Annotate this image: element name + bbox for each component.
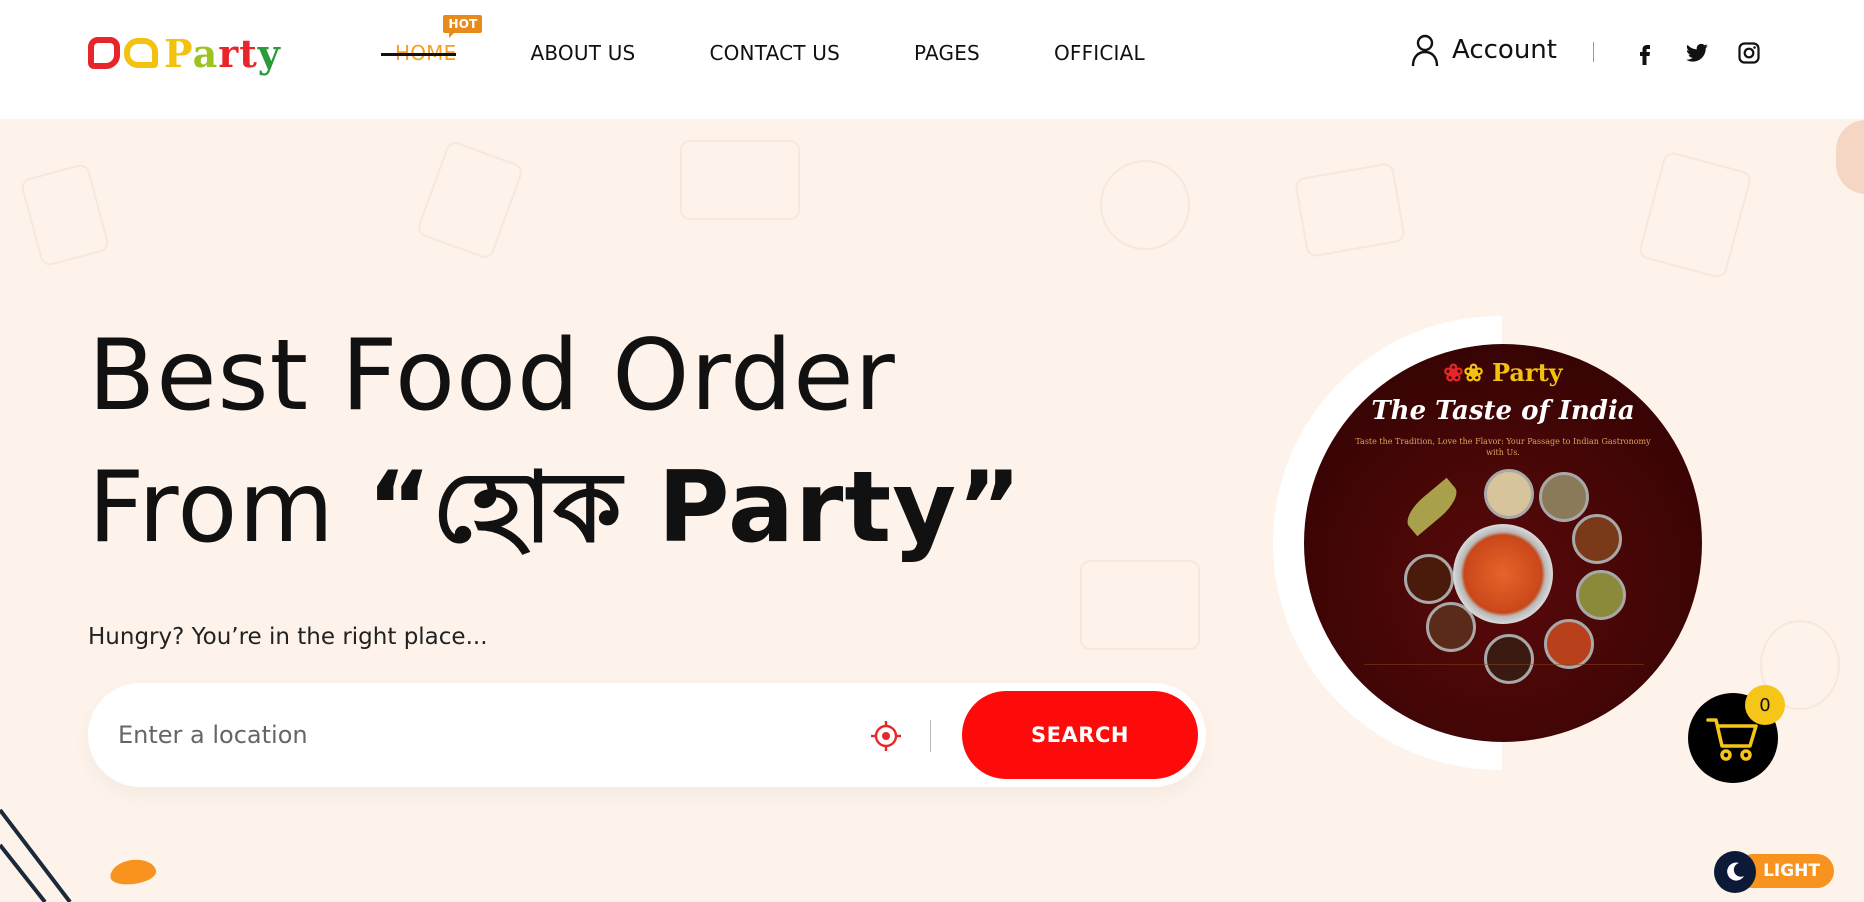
promo-image: ❀❀ Party The Taste of India Taste the Tr… [1304, 344, 1702, 742]
promo-title: The Taste of India [1371, 396, 1635, 426]
locate-me-icon[interactable] [870, 720, 902, 752]
spice-bowl [1539, 472, 1589, 522]
spice-bowl [1484, 469, 1534, 519]
logo-letter: t [239, 30, 258, 76]
nav-item-label: OFFICIAL [1053, 41, 1145, 65]
user-icon [1411, 34, 1439, 67]
social-links [1630, 38, 1764, 68]
logo-wordmark: Party [164, 31, 281, 76]
search-button[interactable]: SEARCH [962, 691, 1198, 779]
corner-decoration [1836, 120, 1864, 194]
logo-mark [88, 37, 158, 69]
cart-icon [1706, 718, 1758, 761]
background-doodle [1637, 150, 1753, 280]
nav-item-official[interactable]: OFFICIAL [1054, 41, 1145, 65]
moon-icon [1727, 862, 1744, 881]
background-doodle [19, 162, 111, 268]
spice-bowl [1576, 570, 1626, 620]
hot-badge: HOT [443, 15, 483, 38]
cart-count-badge: 0 [1745, 685, 1785, 725]
twitter-link[interactable] [1682, 38, 1712, 68]
location-input[interactable] [118, 713, 858, 757]
hero-subtitle: Hungry? You’re in the right place... [88, 624, 488, 650]
logo-letter: y [257, 30, 281, 76]
promo-logo: ❀❀ Party [1443, 358, 1563, 387]
hero-title-line: Best Food Order [88, 319, 896, 433]
curry-dish [1453, 524, 1553, 624]
spice-bowl [1404, 554, 1454, 604]
spice-bowl [1572, 514, 1622, 564]
theme-toggle[interactable]: LIGHT [1714, 851, 1834, 893]
instagram-link[interactable] [1734, 38, 1764, 68]
nav-item-label: CONTACT US [709, 41, 840, 65]
theme-toggle-knob [1714, 851, 1756, 893]
facebook-icon [1640, 45, 1650, 65]
nav-item-label: PAGES [913, 41, 980, 65]
instagram-icon [1738, 42, 1760, 64]
nav-item-label: HOME [395, 41, 457, 65]
hero-title-brand: “হোক Party” [366, 451, 1023, 565]
diagonal-lines-decoration [0, 808, 72, 902]
location-search-bar: SEARCH [88, 683, 1206, 787]
promo-logo-text: Party [1491, 358, 1563, 387]
facebook-link[interactable] [1630, 38, 1660, 68]
logo-letter: r [218, 30, 240, 76]
logo-glyph [124, 38, 158, 68]
background-doodle [1080, 560, 1200, 650]
nav-item-label: ABOUT US [530, 41, 636, 65]
nav-item-contact-us[interactable]: CONTACT US [709, 41, 840, 65]
search-divider [930, 720, 931, 752]
spice-bowl [1544, 619, 1594, 669]
skyline-decoration [1364, 664, 1644, 734]
logo-glyph [88, 37, 120, 69]
account-link[interactable]: Account [1410, 33, 1557, 67]
logo-letter: P [164, 30, 193, 76]
hero-title-prefix: From [88, 451, 367, 565]
site-header: Party HOME HOT ABOUT US CONTACT US PAGES… [0, 0, 1864, 119]
account-label: Account [1452, 35, 1557, 65]
logo-letter: a [192, 30, 219, 76]
background-doodle [415, 139, 525, 261]
nav-item-about-us[interactable]: ABOUT US [530, 41, 635, 65]
header-divider [1593, 42, 1594, 62]
bay-leaf-decoration [1400, 477, 1464, 537]
main-nav: HOME HOT ABOUT US CONTACT US PAGES OFFIC… [380, 0, 1219, 106]
hero-title-line: From “হোক Party” [88, 442, 1023, 574]
twitter-icon [1686, 43, 1708, 62]
promo-tagline: Taste the Tradition, Love the Flavor: Yo… [1355, 437, 1651, 457]
nav-item-pages[interactable]: PAGES [914, 41, 980, 65]
nav-item-home[interactable]: HOME HOT [380, 15, 483, 65]
hero-title: Best Food Order From “হোক Party” [88, 310, 1023, 574]
background-doodle [1293, 161, 1407, 259]
background-doodle [680, 140, 800, 220]
background-doodle [1100, 160, 1190, 250]
site-logo[interactable]: Party [88, 24, 318, 82]
